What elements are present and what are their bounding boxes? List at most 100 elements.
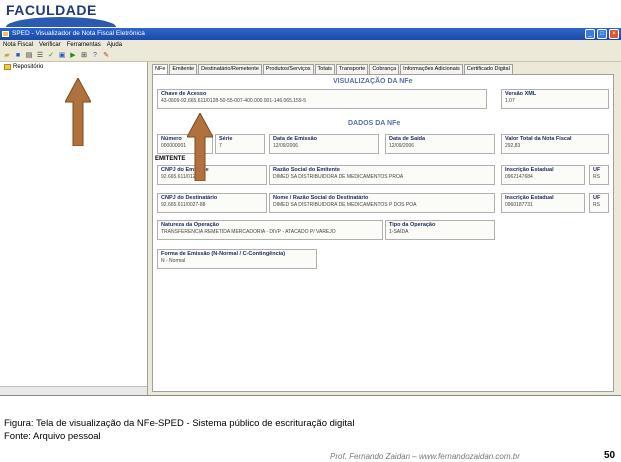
folder-icon [4,64,11,70]
cnpj-destinatario-label: CNPJ do Destinatário [161,195,218,201]
check-icon[interactable]: ✓ [47,52,55,60]
tipo-operacao-value[interactable]: 1-SAÍDA [389,229,408,235]
page-number: 50 [604,450,616,461]
window-titlebar: SPED - Visualizador de Nota Fiscal Eletr… [0,28,621,40]
logo-swoosh [6,17,116,27]
zoom-icon[interactable]: ⊞ [80,52,88,60]
versao-xml-label: Versão XML [505,91,537,97]
tab-informacoes[interactable]: Informações Adicionais [400,64,463,74]
menu-bar: Nota Fiscal Verificar Ferramentas Ajuda [0,40,621,50]
toolbar: ▰ ■ ▤ ☰ ✓ ▣ ▶ ⊞ ? ✎ [0,50,621,62]
menu-verificar[interactable]: Verificar [39,40,61,50]
tipo-operacao-field: Tipo da Operação 1-SAÍDA [385,220,495,240]
figure-caption-area: Figura: Tela de visualização da NFe-SPED… [0,395,621,462]
natureza-operacao-field: Natureza da Operação TRANSFERENCIA REMET… [157,220,383,240]
ie-destinatario-field: Inscrição Estadual 0960187731 [501,193,585,213]
serie-label: Série [219,136,233,142]
info-icon[interactable]: ✎ [102,52,110,60]
razao-emitente-value[interactable]: DIMED SA DISTRIBUIDORA DE MEDICAMENTOS P… [273,174,403,180]
tipo-operacao-label: Tipo da Operação [389,222,436,228]
tab-destinatario[interactable]: Destinatário/Remetente [198,64,262,74]
valor-total-field: Valor Total da Nota Fiscal 292,83 [501,134,609,154]
natureza-operacao-value[interactable]: TRANSFERENCIA REMETIDA MERCADORIA - DIVP… [161,229,336,235]
horizontal-scrollbar[interactable] [0,386,147,395]
data-saida-value[interactable]: 12/09/2006 [389,143,414,149]
razao-destinatario-field: Nome / Razão Social do Destinatário DIME… [269,193,495,213]
tab-produtos[interactable]: Produtos/Serviços [262,64,314,74]
ie-destinatario-label: Inscrição Estadual [505,195,554,201]
chave-acesso-field: Chave de Acesso 43-0609-92.665.611/0128-… [157,89,487,109]
app-icon [2,31,9,37]
data-emissao-label: Data de Emissão [273,136,318,142]
tab-emitente[interactable]: Emitente [169,64,198,74]
razao-emitente-field: Razão Social do Emitente DIMED SA DISTRI… [269,165,495,185]
cnpj-destinatario-value[interactable]: 92.665.611/0027-88 [161,202,205,208]
window-controls: _ □ × [585,29,619,39]
export-icon[interactable]: ▶ [69,52,77,60]
uf-emitente-value[interactable]: RS [593,174,600,180]
print-icon[interactable]: ▤ [25,52,33,60]
figure-caption: Figura: Tela de visualização da NFe-SPED… [4,418,355,429]
menu-ferramentas[interactable]: Ferramentas [67,40,101,50]
window-title: SPED - Visualizador de Nota Fiscal Eletr… [12,30,145,37]
tab-nfe[interactable]: NFe [152,64,169,74]
uf-destinatario-label: UF [593,195,601,201]
tab-bar: NFe Emitente Destinatário/Remetente Prod… [148,64,513,74]
forma-emissao-label: Forma de Emissão (N-Normal / C-Contingên… [161,251,286,257]
uf-emitente-field: UF RS [589,165,609,185]
verify-icon[interactable]: ▣ [58,52,66,60]
minimize-button[interactable]: _ [585,29,595,39]
natureza-operacao-label: Natureza da Operação [161,222,220,228]
forma-emissao-field: Forma de Emissão (N-Normal / C-Contingên… [157,249,317,269]
data-saida-label: Data de Saída [389,136,426,142]
razao-destinatario-value[interactable]: DIMED SA DISTRIBUIDORA DE MEDICAMENTOS P… [273,202,416,208]
data-emissao-field: Data de Emissão 12/09/2006 [269,134,379,154]
menu-ajuda[interactable]: Ajuda [107,40,122,50]
maximize-button[interactable]: □ [597,29,607,39]
source-caption: Fonte: Arquivo pessoal [4,431,101,442]
open-icon[interactable]: ▰ [3,52,11,60]
nfe-content: VISUALIZAÇÃO DA NFe Chave de Acesso 43-0… [152,74,614,392]
slide-header: FACULDADE [0,0,621,28]
annotation-arrow-up-right [187,113,213,181]
ie-emitente-value[interactable]: 0962147684 [505,174,533,180]
tab-totais[interactable]: Totais [314,64,335,74]
razao-emitente-label: Razão Social do Emitente [273,167,340,173]
close-button[interactable]: × [609,29,619,39]
valor-total-value[interactable]: 292,83 [505,143,520,149]
data-emissao-value[interactable]: 12/09/2006 [273,143,298,149]
chave-acesso-label: Chave de Acesso [161,91,207,97]
serie-field: Série 7 [215,134,265,154]
menu-nota-fiscal[interactable]: Nota Fiscal [3,40,33,50]
section-title-visualizacao: VISUALIZAÇÃO DA NFe [333,78,413,85]
footer-text: Prof. Fernando Zaidan – www.fernandozaid… [330,452,520,461]
cnpj-destinatario-field: CNPJ do Destinatário 92.665.611/0027-88 [157,193,267,213]
save-icon[interactable]: ■ [14,52,22,60]
emitente-heading: EMITENTE [155,156,186,162]
data-saida-field: Data de Saída 12/09/2006 [385,134,495,154]
numero-value[interactable]: 000000001 [161,143,186,149]
uf-destinatario-field: UF RS [589,193,609,213]
faculty-logo: FACULDADE [6,2,97,18]
section-title-dados: DADOS DA NFe [348,120,401,127]
tree-item-label: Repositório [13,64,44,70]
tab-certificado[interactable]: Certificado Digital [463,64,513,74]
tree-item-repositorio[interactable]: Repositório [4,64,43,70]
razao-destinatario-label: Nome / Razão Social do Destinatário [273,195,369,201]
chave-acesso-value[interactable]: 43-0609-92.665.611/0128-50-55-007-400.00… [161,98,306,104]
versao-xml-value[interactable]: 1.07 [505,98,515,104]
valor-total-label: Valor Total da Nota Fiscal [505,136,572,142]
ie-emitente-label: Inscrição Estadual [505,167,554,173]
help-icon[interactable]: ? [91,52,99,60]
forma-emissao-value[interactable]: N - Normal [161,258,185,264]
numero-label: Número [161,136,182,142]
tab-cobranca[interactable]: Cobrança [369,64,400,74]
list-icon[interactable]: ☰ [36,52,44,60]
ie-emitente-field: Inscrição Estadual 0962147684 [501,165,585,185]
annotation-arrow-up-left [65,78,91,146]
serie-value[interactable]: 7 [219,143,222,149]
ie-destinatario-value[interactable]: 0960187731 [505,202,533,208]
tab-transporte[interactable]: Transporte [335,64,369,74]
uf-destinatario-value[interactable]: RS [593,202,600,208]
main-panel: NFe Emitente Destinatário/Remetente Prod… [148,62,621,395]
